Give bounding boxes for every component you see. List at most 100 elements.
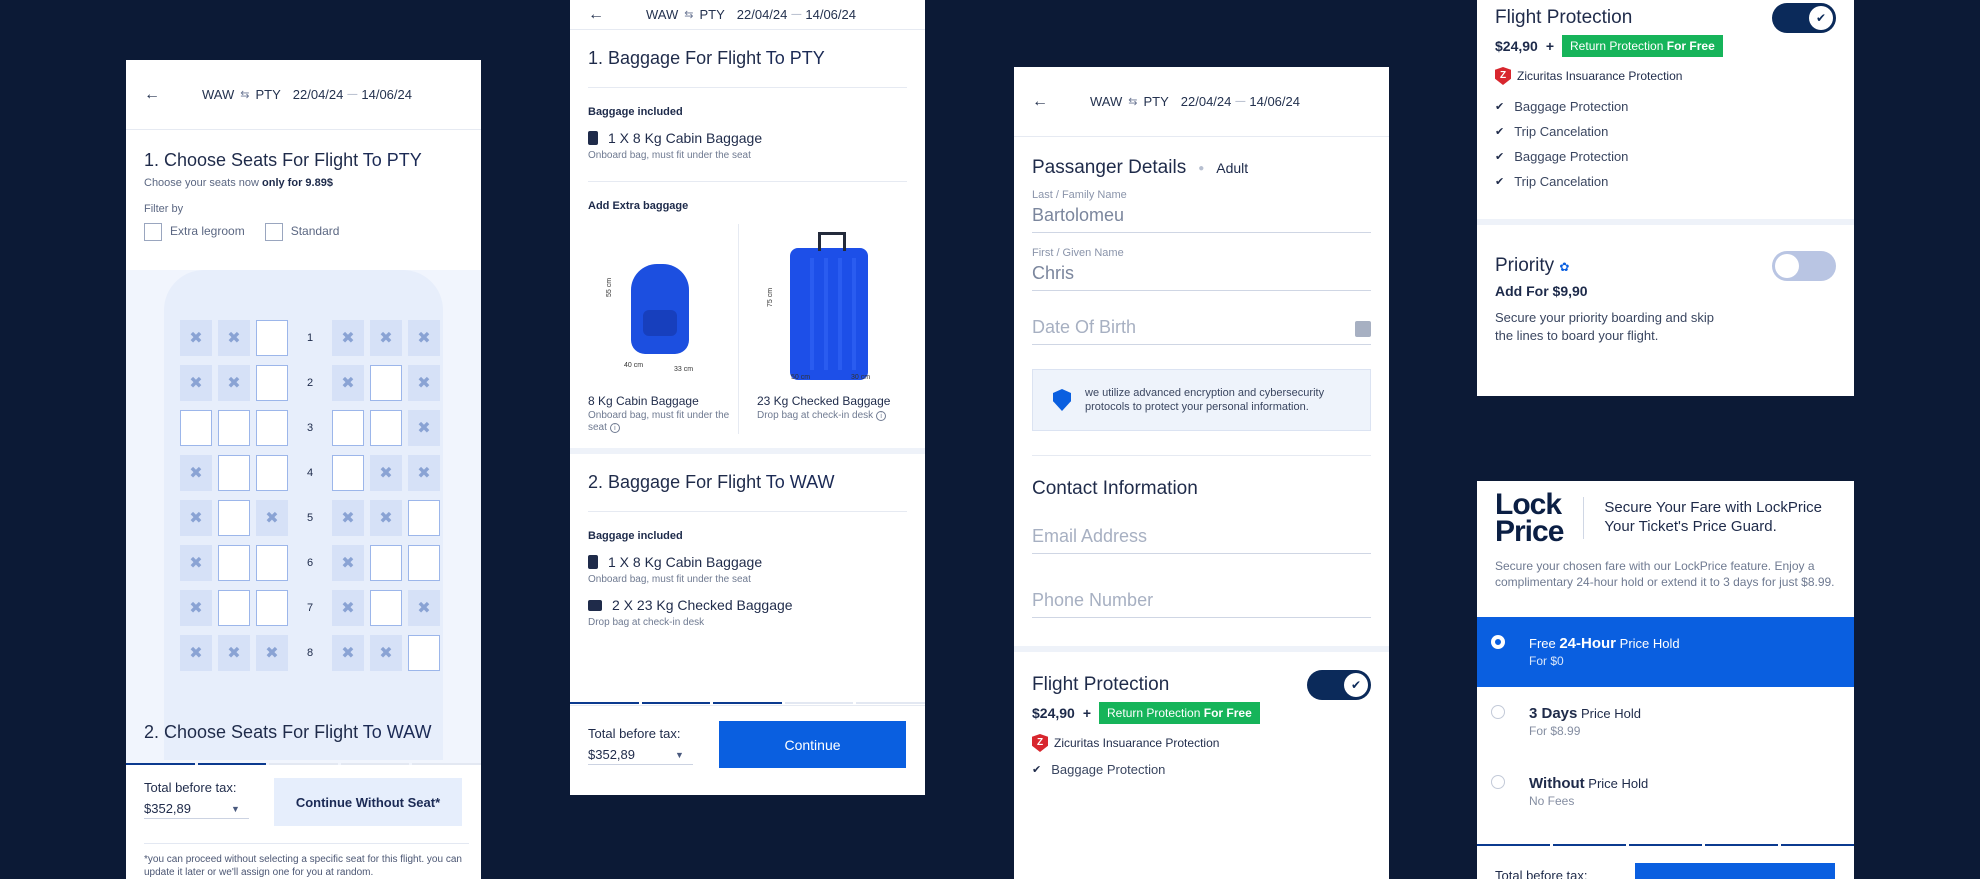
destination-code: PTY: [255, 87, 281, 102]
radio-button[interactable]: [1491, 775, 1505, 789]
checkbox[interactable]: [264, 223, 283, 241]
check-icon: ✔: [1495, 101, 1505, 113]
info-icon[interactable]: i: [609, 423, 620, 433]
continue-button[interactable]: Continue: [719, 721, 906, 768]
section-title: 2. Baggage For Flight To WAW: [588, 472, 835, 492]
checkbox[interactable]: [144, 223, 162, 241]
protection-item: ✔ Baggage Protection: [1495, 99, 1629, 114]
seat-available[interactable]: [256, 544, 288, 581]
seat-available[interactable]: [256, 589, 288, 626]
info-icon[interactable]: i: [876, 411, 887, 421]
extra-baggage-options: 55 cm 40 cm 33 cm 8 Kg Cabin Baggage Onb…: [588, 224, 907, 434]
backpack-image: 55 cm 40 cm 33 cm: [588, 224, 732, 394]
radio-button[interactable]: [1491, 635, 1505, 649]
price-hold-option-24h[interactable]: Free 24-Hour Price Hold For $0: [1477, 617, 1854, 687]
extra-cabin-bag-option[interactable]: 55 cm 40 cm 33 cm 8 Kg Cabin Baggage Onb…: [588, 224, 738, 434]
seat-available[interactable]: [218, 499, 250, 536]
filter-label: Filter by: [144, 203, 184, 215]
protection-price: $24,90: [1032, 705, 1075, 721]
radio-button[interactable]: [1491, 705, 1505, 719]
seat-available[interactable]: [256, 319, 288, 356]
seat-available[interactable]: [256, 364, 288, 401]
top-bar: ← WAW ⇆ PTY 22/04/24 — 14/06/24: [126, 60, 481, 130]
protection-item: ✔ Trip Cancelation: [1495, 174, 1609, 189]
price-hold-option-3days[interactable]: 3 Days Price Hold For $8.99: [1477, 687, 1854, 757]
baggage-panel: ← WAW ⇆ PTY 22/04/24—14/06/24 1. Baggage F…: [570, 0, 925, 795]
row-number: 5: [306, 511, 314, 524]
seat-row: ✖ ✖ ✖ 8 ✖ ✖: [180, 630, 446, 675]
seat-available[interactable]: [370, 409, 402, 446]
flight-protection-card: Flight Protection ✔ $24,90 + Return Prote…: [1477, 3, 1854, 189]
seat-available[interactable]: [256, 454, 288, 491]
row-number: 6: [306, 556, 314, 569]
extra-bag-note: Drop bag at check-in desk i: [757, 410, 901, 422]
total-dropdown[interactable]: $352,89 ▼: [588, 747, 693, 765]
check-icon: ✔: [1344, 673, 1368, 697]
seat-available[interactable]: [180, 409, 212, 446]
check-icon: ✔: [1495, 126, 1505, 138]
continue-button[interactable]: [1635, 863, 1835, 879]
protection-toggle[interactable]: ✔: [1772, 3, 1836, 33]
first-name-field[interactable]: First / Given Name Chris: [1032, 247, 1371, 291]
back-arrow-icon[interactable]: ←: [1032, 93, 1066, 111]
seat-available[interactable]: [370, 364, 402, 401]
last-name-field[interactable]: Last / Family Name Bartolomeu: [1032, 189, 1371, 233]
row-number: 2: [306, 376, 314, 389]
seat-unavailable: ✖: [408, 409, 440, 446]
flight-2-baggage: 2. Baggage For Flight To WAW Baggage inc…: [570, 472, 925, 628]
total-dropdown[interactable]: $352,89 ▼: [144, 801, 249, 819]
email-field[interactable]: Email Address: [1032, 526, 1371, 554]
total-label: Total before tax:: [1495, 868, 1588, 879]
passenger-panel: ← WAW ⇆ PTY 22/04/24—14/06/24 Passanger De…: [1014, 67, 1389, 879]
priority-price: Add For $9,90: [1495, 283, 1588, 299]
protection-toggle[interactable]: ✔: [1307, 670, 1371, 700]
seat-available[interactable]: [370, 544, 402, 581]
price-hold-option-none[interactable]: Without Price Hold No Fees: [1477, 757, 1854, 827]
lockprice-panel: Lock Price Secure Your Fare with LockPric…: [1477, 481, 1854, 879]
seat-available[interactable]: [218, 454, 250, 491]
seat-available[interactable]: [218, 409, 250, 446]
seat-note: *you can proceed without selecting a spe…: [144, 843, 469, 879]
check-icon: ✔: [1495, 151, 1505, 163]
back-arrow-icon[interactable]: ←: [588, 6, 622, 24]
suitcase-icon: [588, 599, 602, 611]
continue-without-seat-button[interactable]: Continue Without Seat*: [274, 778, 462, 826]
seat-available[interactable]: [370, 589, 402, 626]
lockprice-header: Lock Price Secure Your Fare with LockPric…: [1477, 481, 1854, 547]
seat-unavailable: ✖: [332, 589, 364, 626]
row-number: 4: [306, 466, 314, 479]
cabin-bag-item: 1 X 8 Kg Cabin Baggage: [588, 130, 907, 146]
seat-unavailable: ✖: [218, 319, 250, 356]
seat-unavailable: ✖: [256, 499, 288, 536]
seat-unavailable: ✖: [218, 634, 250, 671]
filter-extra-legroom[interactable]: Extra legroom: [144, 223, 245, 241]
seat-available[interactable]: [332, 409, 364, 446]
filter-standard[interactable]: Standard: [264, 223, 339, 241]
seat-available[interactable]: [408, 544, 440, 581]
back-arrow-icon[interactable]: ←: [144, 86, 178, 104]
row-number: 8: [306, 646, 314, 659]
route-summary: WAW ⇆ PTY: [202, 87, 281, 102]
phone-field[interactable]: Phone Number: [1032, 590, 1371, 618]
seat-available[interactable]: [408, 634, 440, 671]
protection-item: ✔ Baggage Protection: [1495, 149, 1629, 164]
origin-code: WAW: [202, 87, 235, 102]
protection-title: Flight Protection: [1495, 7, 1633, 28]
seat-available[interactable]: [332, 454, 364, 491]
seat-available[interactable]: [218, 544, 250, 581]
date-of-birth-field[interactable]: Date Of Birth: [1032, 317, 1371, 345]
top-bar: ← WAW ⇆ PTY 22/04/24—14/06/24: [570, 0, 925, 30]
return-protection-badge: Return Protection For Free: [1099, 702, 1260, 724]
shield-icon: [1053, 389, 1071, 411]
priority-toggle[interactable]: [1772, 251, 1836, 281]
trip-dates: 22/04/24—14/06/24: [1180, 94, 1300, 109]
seat-unavailable: ✖: [180, 364, 212, 401]
cabin-bag-icon: [588, 131, 598, 145]
seat-available[interactable]: [408, 499, 440, 536]
seat-row: ✖ ✖ 1 ✖ ✖ ✖: [180, 315, 446, 360]
seat-unavailable: ✖: [180, 319, 212, 356]
seat-available[interactable]: [218, 589, 250, 626]
extra-checked-bag-option[interactable]: 75 cm 50 cm 30 cm 23 Kg Checked Baggage …: [738, 224, 907, 434]
seat-available[interactable]: [256, 409, 288, 446]
calendar-icon[interactable]: [1355, 321, 1371, 337]
